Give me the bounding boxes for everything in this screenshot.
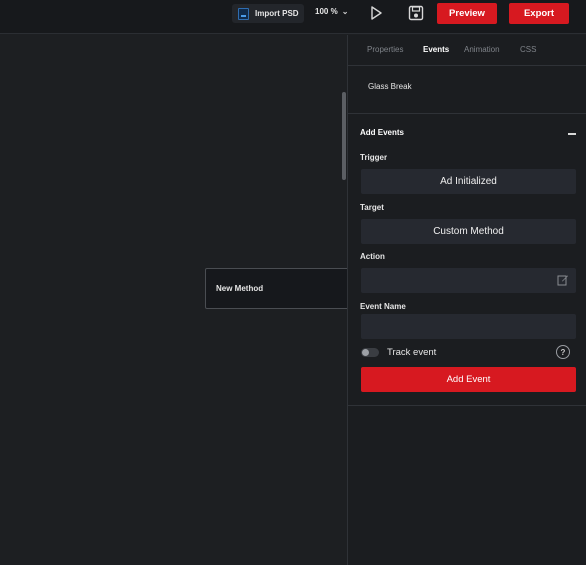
- canvas-scrollbar[interactable]: [342, 92, 346, 180]
- play-icon[interactable]: [369, 5, 383, 21]
- layer-name: Glass Break: [368, 82, 412, 91]
- section-title: Add Events: [360, 128, 405, 137]
- import-psd-label: Import PSD: [255, 9, 299, 18]
- tab-properties[interactable]: Properties: [367, 45, 403, 54]
- properties-panel: Properties Events Animation CSS Glass Br…: [347, 35, 586, 565]
- track-event-toggle[interactable]: [361, 348, 379, 357]
- divider: [348, 113, 586, 114]
- save-icon[interactable]: [407, 4, 425, 22]
- export-button[interactable]: Export: [509, 3, 569, 24]
- divider: [348, 405, 586, 406]
- top-toolbar: Import PSD 100 % ⌄ Preview Export: [0, 0, 586, 34]
- edit-icon[interactable]: [557, 274, 569, 286]
- tab-animation[interactable]: Animation: [464, 45, 500, 54]
- new-method-popover[interactable]: New Method: [205, 268, 355, 309]
- event-name-label: Event Name: [360, 302, 406, 311]
- zoom-value: 100 %: [315, 7, 338, 16]
- tab-events[interactable]: Events: [423, 45, 449, 54]
- track-event-label: Track event: [387, 347, 437, 358]
- psd-file-icon: [238, 7, 249, 20]
- popover-text: New Method: [216, 284, 264, 293]
- target-select[interactable]: Custom Method: [361, 219, 576, 244]
- minus-icon[interactable]: [568, 133, 576, 135]
- trigger-value: Ad Initialized: [440, 176, 497, 187]
- target-label: Target: [360, 203, 384, 212]
- event-name-input[interactable]: [361, 314, 576, 339]
- panel-tabs: Properties Events Animation CSS: [348, 35, 586, 66]
- help-icon[interactable]: ?: [556, 345, 570, 359]
- action-field[interactable]: [361, 268, 576, 293]
- trigger-select[interactable]: Ad Initialized: [361, 169, 576, 194]
- tab-css[interactable]: CSS: [520, 45, 536, 54]
- zoom-select[interactable]: 100 % ⌄: [315, 7, 348, 16]
- action-label: Action: [360, 252, 385, 261]
- trigger-label: Trigger: [360, 153, 388, 162]
- preview-button[interactable]: Preview: [437, 3, 497, 24]
- add-event-button[interactable]: Add Event: [361, 367, 576, 392]
- target-value: Custom Method: [433, 226, 504, 237]
- chevron-down-icon: ⌄: [341, 7, 349, 16]
- import-psd-button[interactable]: Import PSD: [232, 4, 304, 23]
